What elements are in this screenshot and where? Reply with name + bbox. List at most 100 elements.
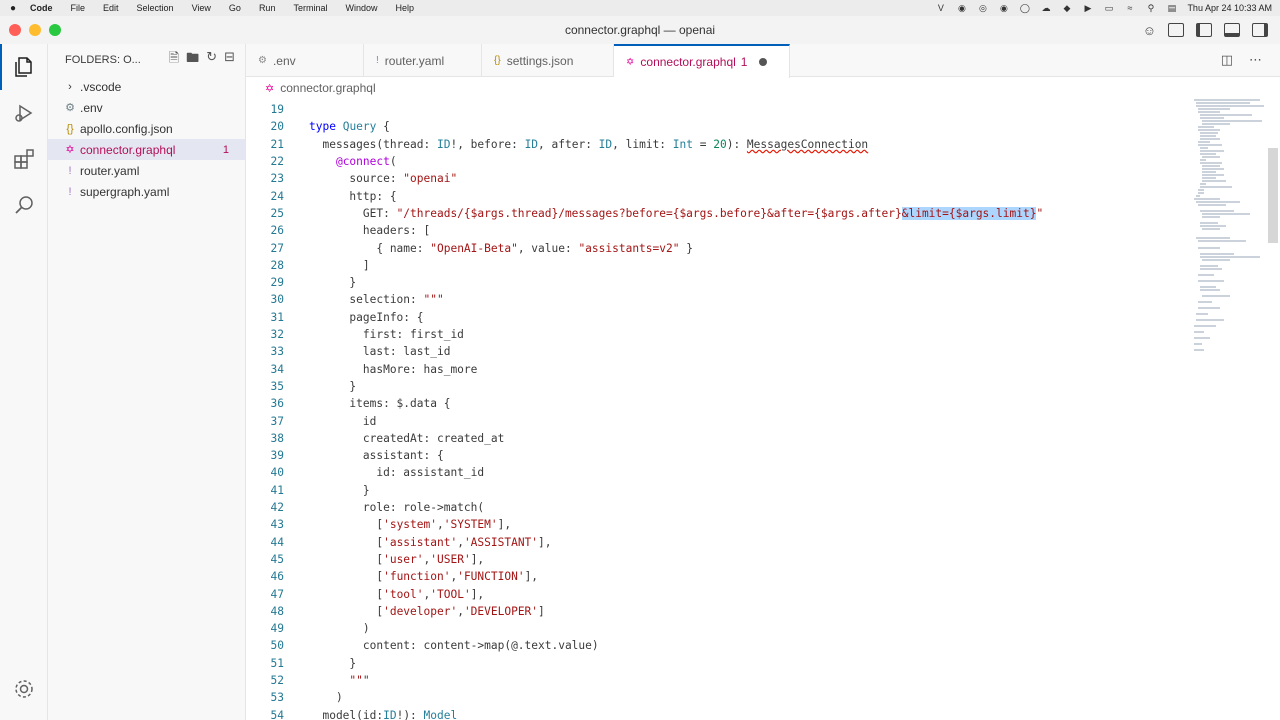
menu-edit[interactable]: Edit [94,3,128,13]
code-line[interactable]: 53 ) [246,689,1190,706]
code-text[interactable]: source: "openai" [309,172,457,185]
code-line[interactable]: 45 ['user','USER'], [246,551,1190,568]
code-line[interactable]: 51 } [246,655,1190,672]
code-line[interactable]: 35 } [246,378,1190,395]
code-line[interactable]: 33 last: last_id [246,343,1190,360]
code-line[interactable]: 28 ] [246,257,1190,274]
code-line[interactable]: 25 GET: "/threads/{$args.thread}/message… [246,205,1190,222]
menu-go[interactable]: Go [220,3,250,13]
code-text[interactable]: """ [309,674,369,687]
record-icon[interactable]: ◉ [998,3,1009,14]
code-text[interactable]: messages(thread: ID!, before: ID, after:… [309,138,868,151]
code-text[interactable]: role: role->match( [309,501,484,514]
menu-run[interactable]: Run [250,3,285,13]
code-line[interactable]: 24 http: { [246,188,1190,205]
tab-env[interactable]: ⚙ .env [246,44,364,77]
manage-gear-icon[interactable] [0,666,48,712]
breadcrumb-file[interactable]: connector.graphql [280,81,375,95]
more-actions-icon[interactable]: ⋯ [1249,52,1262,68]
cloud-icon[interactable]: ☁ [1040,3,1051,14]
menu-terminal[interactable]: Terminal [284,3,336,13]
code-text[interactable]: ['tool','TOOL'], [309,588,484,601]
code-text[interactable]: http: { [309,190,396,203]
code-text[interactable]: pageInfo: { [309,311,423,324]
copilot-icon[interactable]: ☺ [1143,23,1156,38]
code-line[interactable]: 43 ['system','SYSTEM'], [246,516,1190,533]
code-line[interactable]: 37 id [246,412,1190,429]
code-text[interactable]: content: content->map(@.text.value) [309,639,599,652]
toggle-panel-icon[interactable] [1224,22,1240,37]
tree-item-vscode[interactable]: › .vscode [48,76,245,97]
code-text[interactable]: headers: [ [309,224,430,237]
tree-item-connector-graphql[interactable]: ✡ connector.graphql 1 [48,139,245,160]
code-text[interactable]: } [309,657,356,670]
code-line[interactable]: 49 ) [246,620,1190,637]
code-text[interactable]: ) [309,622,370,635]
code-text[interactable]: id [309,415,376,428]
collapse-all-icon[interactable]: ⊟ [224,49,235,71]
code-text[interactable]: } [309,484,370,497]
code-text[interactable]: ['system','SYSTEM'], [309,518,511,531]
fullscreen-window-button[interactable] [49,24,61,36]
spotlight-search-icon[interactable]: ⚲ [1145,3,1156,14]
code-text[interactable]: first: first_id [309,328,464,341]
code-line[interactable]: 19 [246,101,1190,118]
code-text[interactable]: @connect( [309,155,397,168]
code-text[interactable]: } [309,380,356,393]
menu-help[interactable]: Help [386,3,423,13]
control-icon[interactable]: ◯ [1019,3,1030,14]
menu-view[interactable]: View [183,3,220,13]
code-line[interactable]: 23 source: "openai" [246,170,1190,187]
code-line[interactable]: 52 """ [246,672,1190,689]
new-file-icon[interactable]: 🗎 [169,49,179,71]
tab-connector-graphql[interactable]: ✡ connector.graphql 1 [614,44,790,78]
scrollbar-thumb[interactable] [1268,148,1278,243]
minimize-window-button[interactable] [29,24,41,36]
code-text[interactable]: ['function','FUNCTION'], [309,570,538,583]
menu-clock[interactable]: Thu Apr 24 10:33 AM [1187,3,1272,13]
code-text[interactable]: ['developer','DEVELOPER'] [309,605,544,618]
code-text[interactable]: { name: "OpenAI-Beta", value: "assistant… [309,242,693,255]
unsaved-dot-icon[interactable] [759,58,768,66]
menu-selection[interactable]: Selection [128,3,183,13]
code-line[interactable]: 32 first: first_id [246,326,1190,343]
code-editor[interactable]: 19 20 type Query {21 messages(thread: ID!,… [246,98,1190,720]
close-window-button[interactable] [9,24,21,36]
code-line[interactable]: 47 ['tool','TOOL'], [246,585,1190,602]
code-text[interactable]: items: $.data { [309,397,450,410]
code-line[interactable]: 44 ['assistant','ASSISTANT'], [246,534,1190,551]
code-line[interactable]: 30 selection: """ [246,291,1190,308]
battery-icon[interactable]: ▭ [1103,3,1114,14]
code-line[interactable]: 39 assistant: { [246,447,1190,464]
code-line[interactable]: 22 @connect( [246,153,1190,170]
code-line[interactable]: 27 { name: "OpenAI-Beta", value: "assist… [246,239,1190,256]
customize-layout-icon[interactable] [1168,22,1184,37]
code-text[interactable]: selection: """ [309,293,443,306]
run-and-debug-icon[interactable] [0,90,48,136]
tree-item-supergraph-yaml[interactable]: ! supergraph.yaml [48,181,245,202]
code-line[interactable]: 20 type Query { [246,118,1190,135]
code-text[interactable]: hasMore: has_more [309,363,478,376]
code-text[interactable]: ['user','USER'], [309,553,484,566]
code-text[interactable]: last: last_id [309,345,451,358]
code-line[interactable]: 42 role: role->match( [246,499,1190,516]
control-center-icon[interactable]: ▤ [1166,3,1177,14]
code-line[interactable]: 50 content: content->map(@.text.value) [246,637,1190,654]
code-line[interactable]: 41 } [246,482,1190,499]
apple-icon[interactable]: ● [0,3,26,14]
tree-item-router-yaml[interactable]: ! router.yaml [48,160,245,181]
notification-icon[interactable]: ◆ [1061,3,1072,14]
code-text[interactable]: assistant: { [309,449,444,462]
code-text[interactable]: id: assistant_id [309,466,484,479]
code-text[interactable]: type Query { [309,120,390,133]
code-line[interactable]: 54 model(id:ID!): Model [246,707,1190,720]
code-text[interactable]: ['assistant','ASSISTANT'], [309,536,551,549]
code-line[interactable]: 26 headers: [ [246,222,1190,239]
code-line[interactable]: 48 ['developer','DEVELOPER'] [246,603,1190,620]
code-line[interactable]: 31 pageInfo: { [246,309,1190,326]
new-folder-icon[interactable]: 🖿 [186,49,199,71]
code-line[interactable]: 46 ['function','FUNCTION'], [246,568,1190,585]
extensions-icon[interactable] [0,136,48,182]
wifi-icon[interactable]: ≈ [1124,3,1135,14]
vectorworks-icon[interactable]: V [935,3,946,14]
